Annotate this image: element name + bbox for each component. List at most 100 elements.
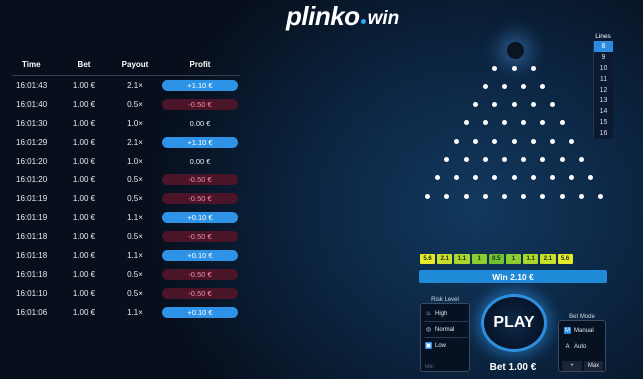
header-profit: Profit xyxy=(189,60,211,69)
profit-pill: -0.50 € xyxy=(162,268,238,280)
row-time: 16:01:18 xyxy=(16,232,48,242)
profit-pill: 0.00 € xyxy=(189,118,211,128)
row-profit-cell: +0.10 € xyxy=(160,306,240,318)
header-bet: Bet xyxy=(77,60,91,69)
peg xyxy=(473,175,479,181)
peg xyxy=(521,83,527,89)
peg xyxy=(511,175,517,181)
peg xyxy=(530,102,536,108)
peg xyxy=(473,102,479,108)
lines-title: Lines xyxy=(595,33,611,40)
row-profit-cell: -0.50 € xyxy=(160,193,240,205)
lines-option-8[interactable]: 8 xyxy=(593,41,613,52)
lines-option-13[interactable]: 13 xyxy=(593,95,613,107)
risk-option-normal[interactable]: ◎ Normal xyxy=(425,326,454,334)
row-payout: 1.1× xyxy=(127,213,143,223)
play-button[interactable]: PLAY xyxy=(481,294,547,352)
risk-option-label: High xyxy=(435,310,448,317)
history-row: 16:01:30 1.00 € 1.0× 0.00 € xyxy=(12,114,240,133)
row-payout: 0.5× xyxy=(127,269,143,279)
peg xyxy=(521,120,527,126)
risk-option-low[interactable]: ▣ Low xyxy=(425,342,446,349)
lines-option-12[interactable]: 12 xyxy=(593,84,613,96)
history-row: 16:01:10 1.00 € 0.5× -0.50 € xyxy=(12,284,240,303)
row-profit-cell: -0.50 € xyxy=(160,174,240,186)
row-time: 16:01:29 xyxy=(16,137,48,147)
row-payout: 1.1× xyxy=(127,250,143,260)
auto-icon: A xyxy=(565,343,570,350)
risk-option-high[interactable]: ♨ High xyxy=(425,310,448,318)
header-time: Time xyxy=(22,60,41,69)
risk-divider xyxy=(424,321,468,322)
lines-option-16[interactable]: 16 xyxy=(593,128,613,140)
row-bet: 1.00 € xyxy=(72,307,96,317)
bet-mode-panel: M Manual A Auto + Max xyxy=(558,320,606,372)
row-bet: 1.00 € xyxy=(72,194,96,204)
lines-option-14[interactable]: 14 xyxy=(593,106,613,118)
multiplier-slot: 0.5 xyxy=(488,254,504,264)
bet-mode-label: Manual xyxy=(574,327,594,334)
row-bet: 1.00 € xyxy=(72,118,96,128)
peg xyxy=(521,193,527,199)
peg xyxy=(511,102,517,108)
logo-main-text: plinko xyxy=(286,1,360,31)
logo-dot xyxy=(360,19,366,24)
row-profit-cell: -0.50 € xyxy=(160,287,240,299)
row-profit-cell: +0.10 € xyxy=(160,212,240,224)
peg xyxy=(434,175,440,181)
peg xyxy=(492,175,498,181)
bet-mode-manual[interactable]: M Manual xyxy=(564,327,594,334)
row-profit-cell: -0.50 € xyxy=(160,268,240,280)
bet-mode-label: Auto xyxy=(574,343,587,350)
shield-icon: ▣ xyxy=(425,342,432,349)
profit-pill: -0.50 € xyxy=(162,287,238,299)
target-icon: ◎ xyxy=(425,327,432,333)
lines-option-15[interactable]: 15 xyxy=(593,117,613,129)
history-row: 16:01:18 1.00 € 1.1× +0.10 € xyxy=(12,246,240,265)
multiplier-row: 5.6 2.1 1.1 1 0.5 1 1.1 2.1 5.6 xyxy=(420,254,573,264)
row-bet: 1.00 € xyxy=(72,99,96,109)
bet-mode-auto[interactable]: A Auto xyxy=(564,343,586,350)
risk-option-label: Low xyxy=(435,342,447,349)
row-bet: 1.00 € xyxy=(72,137,96,147)
peg xyxy=(453,138,459,144)
row-payout: 2.1× xyxy=(127,137,143,147)
profit-pill: -0.50 € xyxy=(162,98,238,110)
peg xyxy=(540,193,546,199)
multiplier-slot: 1 xyxy=(471,254,487,264)
row-bet: 1.00 € xyxy=(72,80,96,90)
peg xyxy=(501,120,507,126)
lines-option-9[interactable]: 9 xyxy=(593,51,613,63)
peg xyxy=(482,193,488,199)
peg xyxy=(521,157,527,162)
peg xyxy=(425,193,431,199)
bet-amount: Bet 1.00 € xyxy=(489,362,537,373)
multiplier-slot: 1 xyxy=(505,254,522,264)
peg xyxy=(569,138,575,144)
profit-pill: +1.10 € xyxy=(162,79,238,91)
row-profit-cell: +1.10 € xyxy=(160,136,240,148)
peg xyxy=(492,138,498,144)
increase-bet-button[interactable]: + xyxy=(562,361,582,371)
profit-pill: -0.50 € xyxy=(162,231,238,243)
peg xyxy=(578,157,584,162)
bet-history-table: Time Bet Payout Profit 16:01:43 1.00 € 2.1… xyxy=(12,60,240,322)
row-payout: 1.1× xyxy=(127,307,143,317)
peg xyxy=(444,157,450,162)
lines-option-11[interactable]: 11 xyxy=(593,73,613,85)
row-bet: 1.00 € xyxy=(72,156,96,166)
history-header: Time Bet Payout Profit xyxy=(12,60,240,76)
row-bet: 1.00 € xyxy=(72,232,96,242)
row-time: 16:01:40 xyxy=(16,99,48,109)
header-payout: Payout xyxy=(121,60,149,69)
row-time: 16:01:19 xyxy=(16,194,48,204)
max-bet-button[interactable]: Max xyxy=(584,361,603,371)
row-time: 16:01:10 xyxy=(16,288,48,298)
peg xyxy=(501,83,507,89)
min-bet-button[interactable]: Min xyxy=(425,364,434,370)
peg xyxy=(511,65,517,71)
row-bet: 1.00 € xyxy=(72,250,96,260)
lines-option-10[interactable]: 10 xyxy=(593,62,613,74)
win-banner: Win 2.10 € xyxy=(419,270,607,283)
peg xyxy=(597,193,603,199)
